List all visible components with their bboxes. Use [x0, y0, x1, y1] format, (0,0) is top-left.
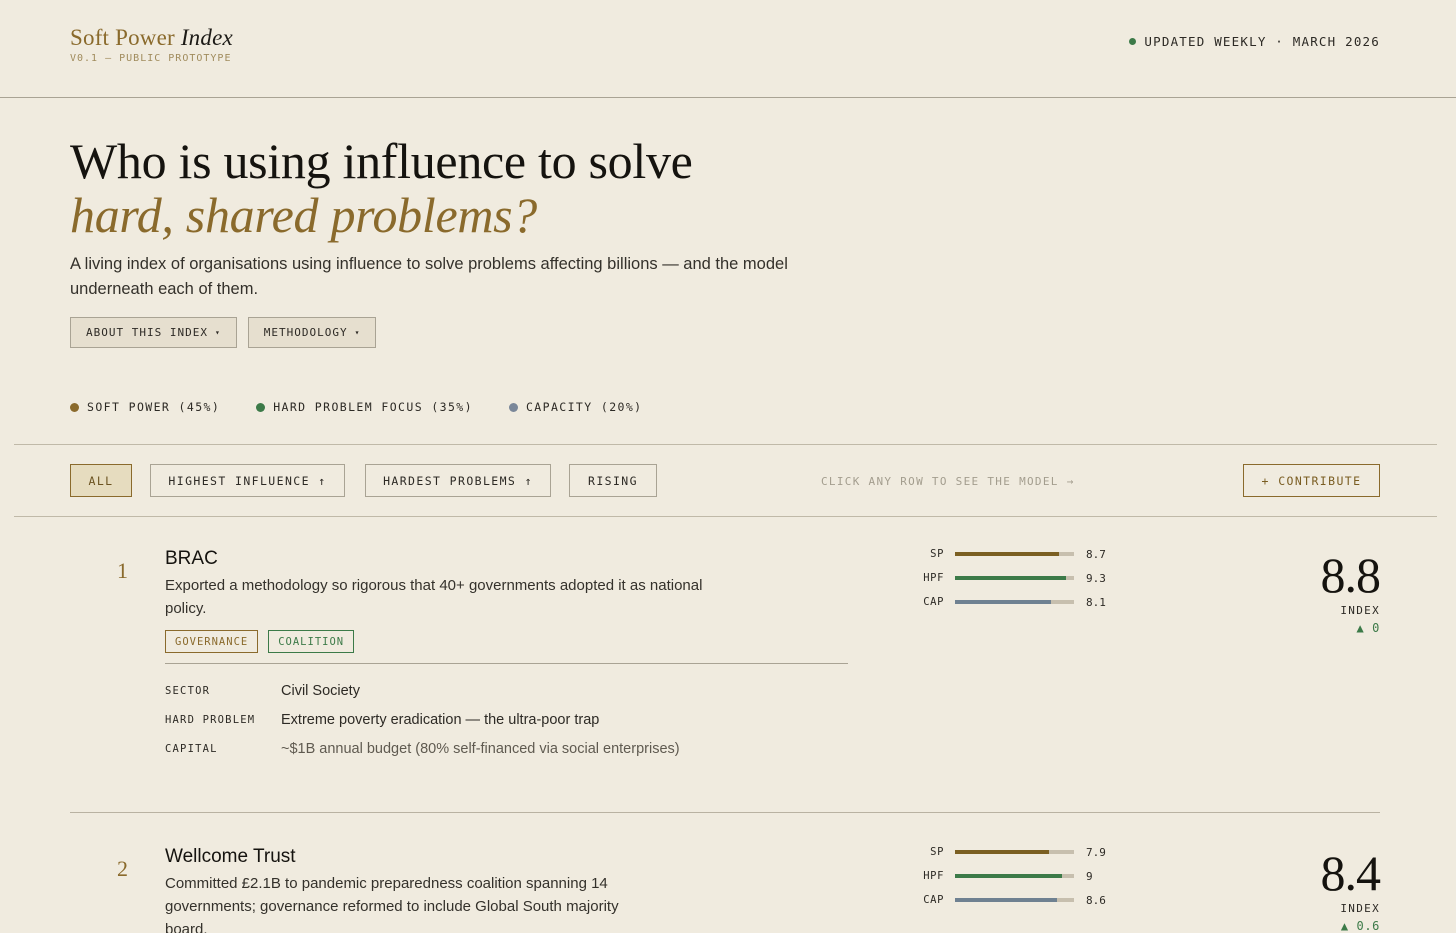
metric-value: 9	[1086, 869, 1093, 883]
score-delta: ▲ 0.6	[1340, 919, 1380, 933]
legend-capacity: CAPACITY (20%)	[508, 400, 643, 414]
filter-all[interactable]: ALL	[70, 464, 132, 497]
index-score: 8.8 INDEX ▲ 0	[1321, 550, 1381, 635]
score-value: 8.8	[1320, 547, 1381, 603]
status-dot-icon	[1129, 38, 1137, 45]
about-index-button[interactable]: ABOUT THIS INDEX ▾	[70, 317, 237, 348]
legend-label: CAPACITY (20%)	[525, 400, 643, 414]
update-status: UPDATED WEEKLY · MARCH 2026	[1129, 34, 1380, 49]
about-index-label: ABOUT THIS INDEX	[86, 326, 208, 339]
tag-governance[interactable]: GOVERNANCE	[165, 630, 259, 653]
score-value: 8.4	[1320, 845, 1381, 901]
detail-row-hard-problem: HARD PROBLEM Extreme poverty eradication…	[165, 705, 848, 734]
metric-track	[955, 552, 1074, 556]
legend-soft-power: SOFT POWER (45%)	[70, 400, 220, 414]
filter-rising[interactable]: RISING	[569, 464, 657, 497]
page-title-line1: Who is using influence to solve	[70, 133, 693, 189]
row-rank: 2	[117, 856, 128, 881]
hero-buttons: ABOUT THIS INDEX ▾ METHODOLOGY ▾	[70, 317, 377, 348]
detail-row-capital: CAPITAL ~$1B annual budget (80% self-fin…	[165, 734, 848, 763]
metric-value: 8.6	[1086, 893, 1106, 907]
metric-value: 9.3	[1086, 571, 1106, 585]
metric-fill	[955, 552, 1059, 556]
metric-hpf: HPF 9.3	[908, 566, 1108, 590]
org-name: Wellcome Trust	[165, 846, 296, 867]
index-score: 8.4 INDEX ▲ 0.6	[1321, 848, 1381, 933]
tag-list: GOVERNANCE COALITION	[165, 630, 355, 653]
brand-name: Soft Power Index	[70, 25, 233, 51]
brand-subtitle: V0.1 — PUBLIC PROTOTYPE	[70, 53, 232, 64]
org-description: Exported a methodology so rigorous that …	[165, 577, 703, 617]
metric-fill	[955, 600, 1052, 604]
detail-value: Extreme poverty eradication — the ultra-…	[281, 711, 600, 728]
metric-sp: SP 8.7	[908, 542, 1108, 566]
legend-label: SOFT POWER (45%)	[87, 400, 221, 414]
brand-name-italic: Index	[180, 25, 233, 50]
metric-value: 8.7	[1086, 547, 1106, 561]
detail-key: SECTOR	[165, 684, 211, 697]
metric-cap: CAP 8.1	[908, 590, 1108, 614]
metric-cap: CAP 8.6	[908, 888, 1108, 912]
methodology-button[interactable]: METHODOLOGY ▾	[247, 317, 377, 348]
metric-track	[955, 576, 1074, 580]
metric-hpf: HPF 9	[908, 864, 1108, 888]
filter-hardest-problems[interactable]: HARDEST PROBLEMS ↑	[365, 464, 551, 497]
methodology-label: METHODOLOGY	[263, 326, 348, 339]
metric-fill	[955, 874, 1063, 878]
org-description: Committed £2.1B to pandemic preparedness…	[165, 875, 619, 933]
metric-track	[955, 898, 1074, 902]
metric-label: SP	[930, 846, 944, 858]
index-row[interactable]: 1 BRAC Exported a methodology so rigorou…	[70, 540, 1381, 770]
metric-label: CAP	[923, 894, 944, 906]
index-row[interactable]: 2 Wellcome Trust Committed £2.1B to pand…	[70, 838, 1381, 933]
metric-track	[955, 874, 1074, 878]
row-click-hint: CLICK ANY ROW TO SEE THE MODEL →	[821, 475, 1075, 488]
metric-track	[955, 600, 1074, 604]
legend-hard-problem-focus: HARD PROBLEM FOCUS (35%)	[256, 400, 473, 414]
metric-value: 7.9	[1086, 845, 1106, 859]
hard-problem-dot-icon	[256, 402, 266, 412]
capacity-dot-icon	[508, 402, 518, 412]
chevron-down-icon: ▾	[214, 328, 221, 337]
metric-fill	[955, 850, 1049, 854]
metric-fill	[955, 898, 1058, 902]
org-name: BRAC	[165, 548, 218, 569]
update-status-text: UPDATED WEEKLY · MARCH 2026	[1144, 34, 1380, 49]
legend-label: HARD PROBLEM FOCUS (35%)	[273, 400, 473, 414]
soft-power-dot-icon	[70, 402, 79, 412]
metric-label: CAP	[923, 596, 944, 608]
metric-sp: SP 7.9	[908, 840, 1108, 864]
detail-key: HARD PROBLEM	[165, 713, 256, 726]
score-delta: ▲ 0	[1356, 621, 1380, 635]
chevron-down-icon: ▾	[354, 328, 361, 337]
metric-bars: SP 8.7 HPF 9.3 CAP 8.1	[908, 542, 1108, 614]
detail-table: SECTOR Civil Society HARD PROBLEM Extrem…	[165, 663, 848, 763]
metric-label: HPF	[923, 870, 944, 882]
metric-fill	[955, 576, 1066, 580]
page-title-line2: hard, shared problems?	[70, 187, 538, 243]
weight-legend: SOFT POWER (45%) HARD PROBLEM FOCUS (35%…	[70, 400, 643, 414]
row-divider	[70, 812, 1380, 813]
detail-key: CAPITAL	[165, 742, 218, 755]
top-bar: Soft Power Index V0.1 — PUBLIC PROTOTYPE…	[0, 0, 1456, 98]
row-rank: 1	[117, 558, 128, 583]
metric-track	[955, 850, 1074, 854]
score-label: INDEX	[1340, 902, 1380, 915]
detail-value: ~$1B annual budget (80% self-financed vi…	[281, 740, 680, 757]
page-description: A living index of organisations using in…	[70, 255, 788, 298]
brand[interactable]: Soft Power Index V0.1 — PUBLIC PROTOTYPE	[70, 25, 233, 64]
tag-coalition[interactable]: COALITION	[268, 630, 355, 653]
contribute-button[interactable]: + CONTRIBUTE	[1243, 464, 1380, 497]
page-title: Who is using influence to solve hard, sh…	[70, 134, 693, 242]
score-label: INDEX	[1340, 604, 1380, 617]
detail-value: Civil Society	[281, 682, 360, 699]
brand-name-plain: Soft Power	[70, 25, 175, 50]
metric-label: HPF	[923, 572, 944, 584]
detail-row-sector: SECTOR Civil Society	[165, 676, 848, 705]
metric-bars: SP 7.9 HPF 9 CAP 8.6	[908, 840, 1108, 912]
metric-value: 8.1	[1086, 595, 1106, 609]
filter-highest-influence[interactable]: HIGHEST INFLUENCE ↑	[150, 464, 345, 497]
filter-bar: ALL HIGHEST INFLUENCE ↑ HARDEST PROBLEMS…	[14, 444, 1437, 517]
metric-label: SP	[930, 548, 944, 560]
